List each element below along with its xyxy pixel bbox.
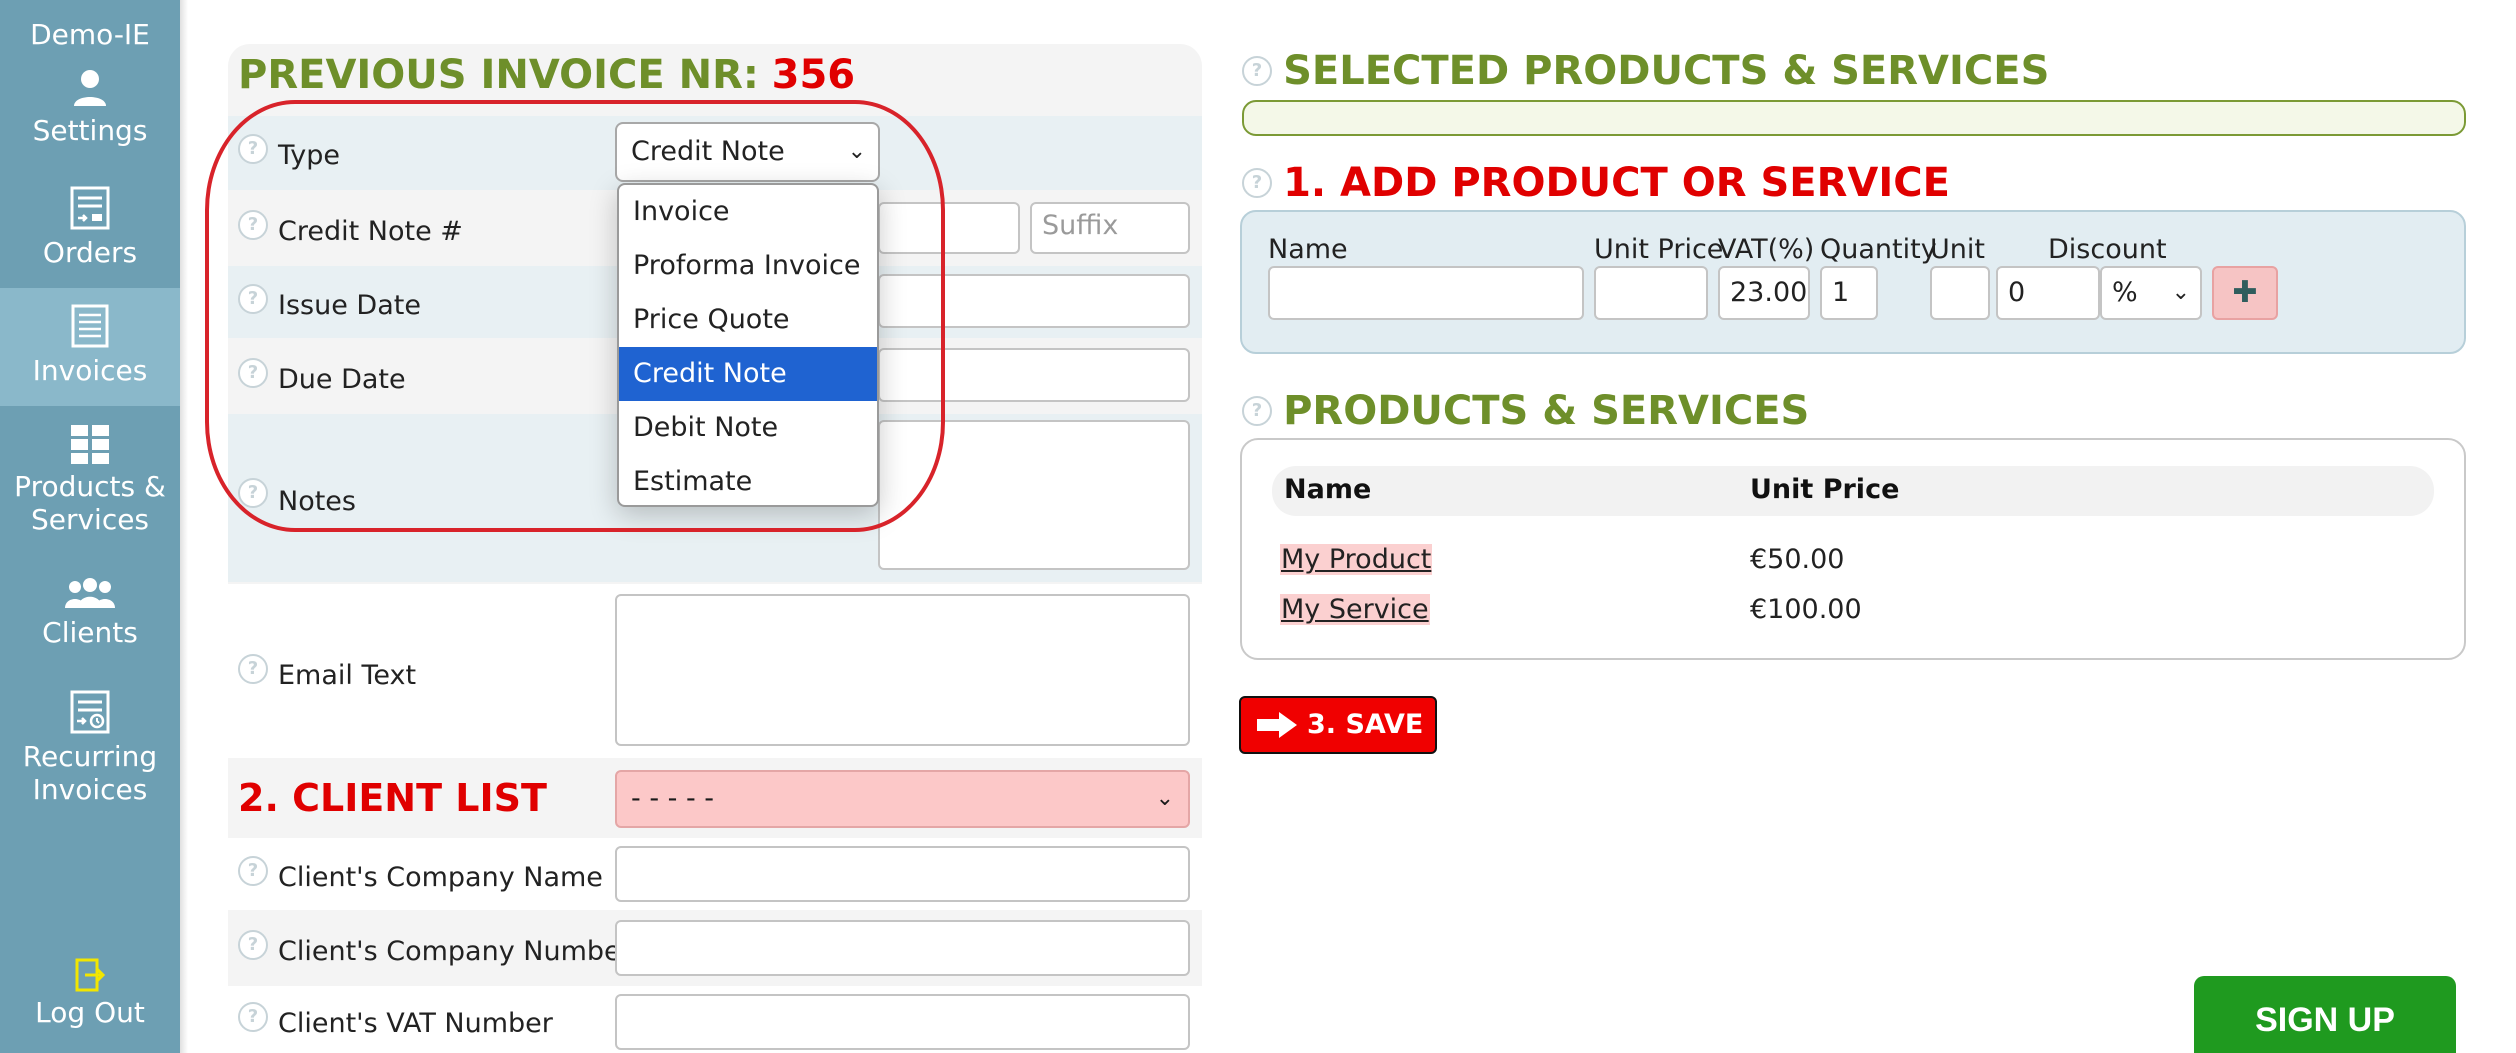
arrow-right-icon — [1257, 712, 1297, 738]
products-services-heading: ? PRODUCTS & SERVICES — [1242, 388, 1809, 434]
plus-icon: ✚ — [2232, 275, 2258, 310]
vat-input[interactable]: 23.00 — [1718, 266, 1810, 320]
vat-field-label: VAT(%) — [1718, 234, 1815, 265]
grid-icon — [71, 425, 109, 464]
product-link[interactable]: My Product — [1280, 544, 1433, 575]
save-label: 3. SAVE — [1307, 709, 1424, 740]
sidebar-item-orders[interactable]: Orders — [0, 186, 180, 286]
sidebar-item-recurring-invoices[interactable]: Recurring Invoices — [0, 690, 180, 820]
sidebar-item-invoices[interactable]: Invoices — [0, 288, 180, 406]
highlight-annotation — [205, 100, 945, 532]
vat-number-label: Client's VAT Number — [278, 1008, 553, 1039]
product-price: €50.00 — [1750, 544, 1845, 575]
products-services-title: PRODUCTS & SERVICES — [1283, 388, 1810, 434]
sidebar: Demo-IE Settings Orders Invoices Product… — [0, 0, 180, 1053]
column-header-name: Name — [1284, 474, 1372, 505]
add-product-button[interactable]: ✚ — [2212, 266, 2278, 320]
sidebar-item-clients[interactable]: Clients — [0, 578, 180, 668]
sidebar-item-label-line2: Invoices — [32, 773, 148, 806]
logout-icon — [75, 958, 105, 992]
previous-invoice-number: 356 — [771, 52, 856, 98]
sidebar-item-label: Recurring — [22, 740, 158, 773]
discount-type-select[interactable]: % ⌄ — [2100, 266, 2202, 320]
chevron-down-icon: ⌄ — [2171, 280, 2190, 305]
help-icon[interactable]: ? — [238, 930, 268, 960]
product-name-input[interactable] — [1268, 266, 1584, 320]
orders-icon — [70, 186, 110, 230]
sidebar-item-products-services[interactable]: Products & Services — [0, 424, 180, 554]
save-button[interactable]: 3. SAVE — [1239, 696, 1437, 754]
selected-products-bar — [1242, 100, 2466, 136]
client-select-value: - - - - - — [631, 783, 715, 814]
help-icon[interactable]: ? — [238, 856, 268, 886]
brand-name: Demo-IE — [30, 18, 150, 51]
sidebar-item-label-line2: Services — [30, 503, 150, 536]
previous-invoice-heading: PREVIOUS INVOICE NR: 356 — [238, 52, 855, 98]
company-name-label: Client's Company Name — [278, 862, 603, 893]
discount-type-value: % — [2112, 277, 2138, 308]
add-product-title: 1. ADD PRODUCT OR SERVICE — [1283, 160, 1950, 206]
previous-invoice-label: PREVIOUS INVOICE NR: — [238, 52, 759, 98]
unit-input[interactable] — [1930, 266, 1990, 320]
selected-products-title: SELECTED PRODUCTS & SERVICES — [1283, 48, 2050, 94]
clients-icon — [65, 578, 115, 608]
email-text-textarea[interactable] — [615, 594, 1190, 746]
help-icon[interactable]: ? — [1242, 168, 1272, 198]
discount-input[interactable]: 0 — [1996, 266, 2100, 320]
unit-price-field-label: Unit Price — [1594, 234, 1724, 265]
name-field-label: Name — [1268, 234, 1348, 265]
service-link[interactable]: My Service — [1280, 594, 1430, 625]
sidebar-item-label: Invoices — [32, 354, 148, 387]
user-icon — [74, 70, 106, 106]
vat-number-input[interactable] — [615, 994, 1190, 1050]
help-icon[interactable]: ? — [1242, 396, 1272, 426]
suffix-input[interactable]: Suffix — [1030, 202, 1190, 254]
company-name-input[interactable] — [615, 846, 1190, 902]
recurring-icon — [70, 690, 110, 734]
email-text-label: Email Text — [278, 660, 417, 691]
selected-products-heading: ? SELECTED PRODUCTS & SERVICES — [1242, 48, 2049, 94]
sidebar-item-label: Clients — [42, 616, 138, 649]
sidebar-item-label: Settings — [32, 114, 148, 147]
signup-button[interactable]: SIGN UP — [2194, 976, 2456, 1053]
column-header-unit-price: Unit Price — [1750, 474, 1900, 505]
quantity-input[interactable]: 1 — [1820, 266, 1878, 320]
client-select[interactable]: - - - - - ⌄ — [615, 770, 1190, 828]
logout-link[interactable]: Log Out — [0, 958, 180, 1038]
company-number-label: Client's Company Number — [278, 936, 632, 967]
unit-field-label: Unit — [1930, 234, 1985, 265]
help-icon[interactable]: ? — [238, 1002, 268, 1032]
discount-field-label: Discount — [2048, 234, 2167, 265]
sidebar-shadow — [180, 0, 188, 1053]
sidebar-item-label: Orders — [42, 236, 138, 269]
sidebar-item-label: Products & — [14, 470, 166, 503]
quantity-field-label: Quantity — [1820, 234, 1937, 265]
service-price: €100.00 — [1750, 594, 1862, 625]
logout-label: Log Out — [35, 996, 145, 1029]
sidebar-item-settings[interactable]: Settings — [0, 68, 180, 168]
add-product-heading: ? 1. ADD PRODUCT OR SERVICE — [1242, 160, 1950, 206]
invoice-icon — [71, 304, 109, 348]
client-list-title: 2. CLIENT LIST — [238, 776, 547, 820]
company-number-input[interactable] — [615, 920, 1190, 976]
unit-price-input[interactable] — [1594, 266, 1708, 320]
help-icon[interactable]: ? — [1242, 56, 1272, 86]
help-icon[interactable]: ? — [238, 654, 268, 684]
chevron-down-icon: ⌄ — [1155, 786, 1174, 811]
